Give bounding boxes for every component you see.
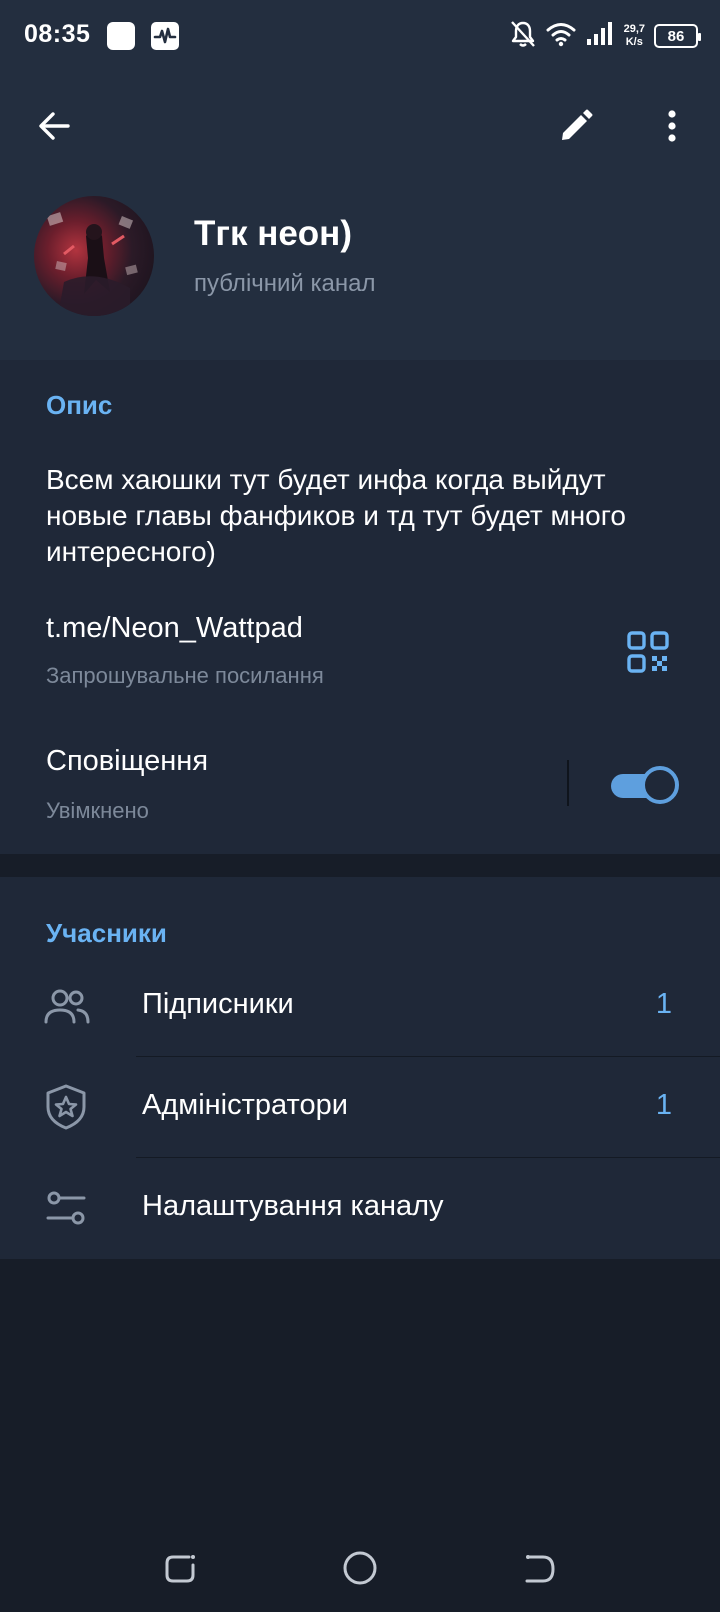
avatar-artwork [46,212,138,316]
status-bar: 08:35 29,7 K/s 86 [0,0,720,76]
toggle-knob [641,766,679,804]
system-nav-bar [0,1524,720,1612]
description-section-title: Опис [46,390,113,420]
channel-header: Тгк неон) публічний канал [0,76,720,360]
shield-star-icon [46,1084,86,1130]
subscribers-count: 1 [655,988,672,1020]
administrators-count: 1 [655,1089,672,1121]
home-button[interactable] [330,1538,390,1598]
channel-avatar[interactable] [34,196,154,316]
network-speed-unit: K/s [625,36,643,48]
notifications-divider [567,760,569,806]
channel-type: публічний канал [194,270,376,297]
administrators-label: Адміністратори [142,1089,348,1121]
arrow-left-icon [39,112,70,140]
channel-settings-row[interactable]: Налаштування каналу [0,1158,720,1258]
back-nav-icon [525,1555,555,1583]
back-nav-button[interactable] [510,1538,570,1598]
subscribers-label: Підписники [142,988,294,1020]
notifications-label[interactable]: Сповіщення [46,745,208,778]
subscribers-row[interactable]: Підписники 1 [0,956,720,1056]
pencil-icon [562,109,593,140]
signal-icon [585,21,615,52]
recents-icon [165,1555,195,1583]
channel-description: Всем хаюшки тут будет инфа когда выйдут … [46,464,626,567]
more-options-button[interactable] [644,98,700,154]
channel-name: Тгк неон) [194,214,352,253]
notification-square-icon [107,22,135,50]
status-indicators: 29,7 K/s 86 [509,18,701,54]
home-circle-icon [343,1551,377,1585]
battery-level: 86 [667,27,685,45]
channel-settings-label: Налаштування каналу [142,1190,444,1222]
notifications-toggle[interactable] [611,764,679,804]
network-speed-value: 29,7 [623,23,645,35]
channel-link[interactable]: t.me/Neon_Wattpad [46,612,303,645]
back-button[interactable] [26,98,82,154]
qr-code-icon [627,631,669,673]
activity-monitor-icon [151,22,179,50]
notifications-state: Увімкнено [46,798,149,823]
recents-button[interactable] [150,1538,210,1598]
network-speed: 29,7 K/s [624,23,645,49]
administrators-row[interactable]: Адміністратори 1 [0,1057,720,1157]
members-section-title: Учасники [46,918,167,948]
more-vertical-icon [668,110,676,142]
edit-button[interactable] [548,98,604,154]
users-icon [44,989,90,1024]
status-time: 08:35 [24,20,91,48]
wifi-icon [546,21,576,52]
channel-link-subtitle: Запрошувальне посилання [46,663,324,688]
sliders-icon [46,1191,86,1225]
bell-off-icon [509,19,537,54]
qr-code-button[interactable] [626,630,670,674]
battery-indicator: 86 [654,24,701,48]
